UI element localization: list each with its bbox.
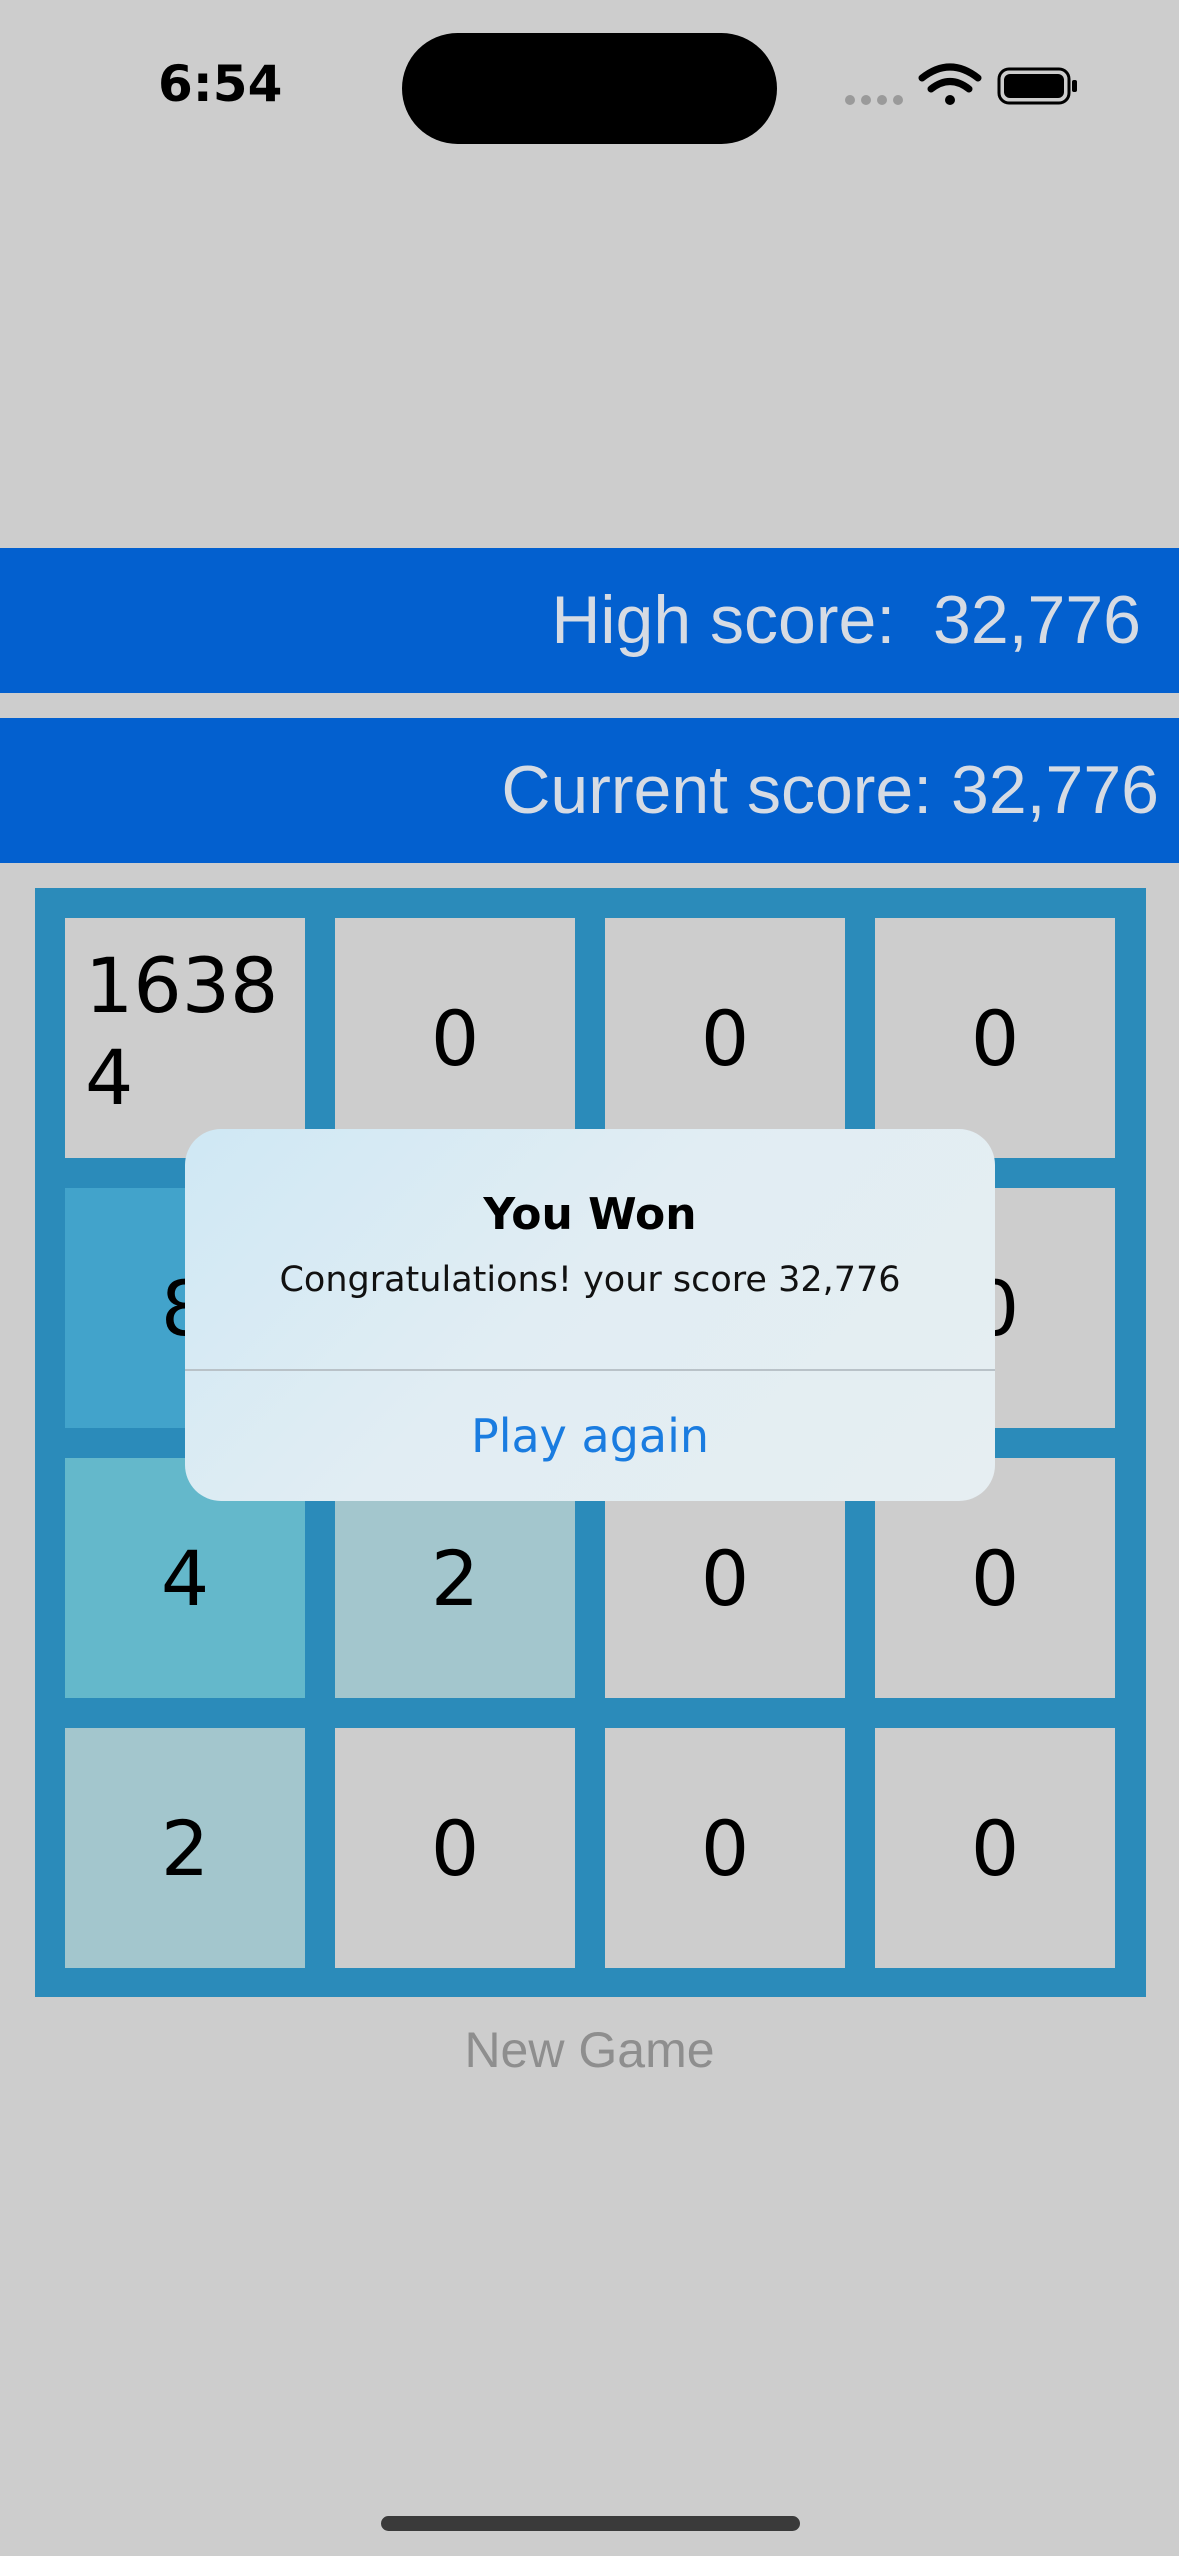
board-tile: 2 (65, 1728, 305, 1968)
dialog-message: Congratulations! your score 32,776 (279, 1260, 901, 1300)
win-alert-dialog: You Won Congratulations! your score 32,7… (185, 1129, 995, 1501)
high-score-bar: High score: 32,776 (0, 548, 1179, 693)
play-again-button[interactable]: Play again (185, 1371, 995, 1501)
board-tile: 0 (605, 1728, 845, 1968)
board-tile: 0 (335, 918, 575, 1158)
current-score-bar: Current score: 32,776 (0, 718, 1179, 863)
signal-dots-icon (845, 95, 903, 105)
board-tile: 0 (875, 1728, 1115, 1968)
dynamic-island (402, 33, 777, 144)
home-indicator[interactable] (381, 2516, 800, 2531)
board-tile: 0 (335, 1728, 575, 1968)
battery-icon (997, 67, 1077, 105)
status-time: 6:54 (158, 55, 283, 113)
wifi-icon (918, 63, 982, 105)
board-tile: 16384 (65, 918, 305, 1158)
new-game-button[interactable]: New Game (0, 2021, 1179, 2079)
board-tile: 0 (875, 918, 1115, 1158)
status-icons (845, 63, 1077, 105)
board-tile: 0 (605, 918, 845, 1158)
dialog-title: You Won (483, 1189, 697, 1240)
